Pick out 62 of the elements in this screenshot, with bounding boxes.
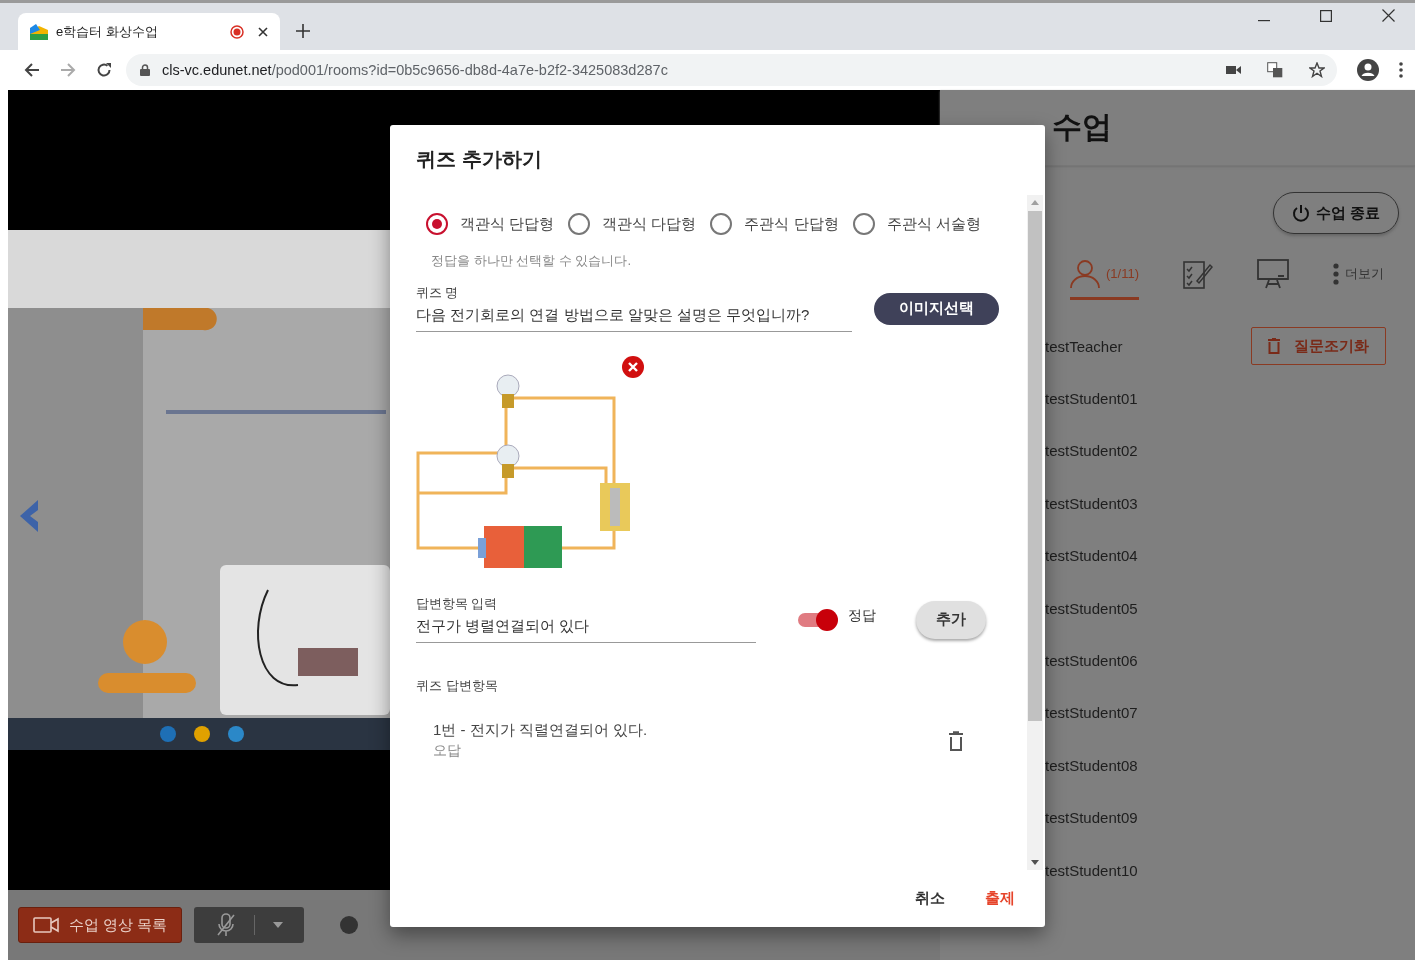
browser-tab[interactable]: e학습터 화상수업	[18, 13, 280, 50]
dialog-title: 퀴즈 추가하기	[415, 147, 543, 172]
hint-text: 정답을 하나만 선택할 수 있습니다.	[430, 252, 633, 270]
answer-text: 1번 - 전지가 직렬연결되어 있다.	[433, 721, 648, 740]
whiteboard-icon	[1257, 258, 1289, 289]
person-icon	[1070, 258, 1100, 289]
camera-icon[interactable]	[1226, 65, 1241, 75]
checklist-icon	[1183, 258, 1213, 289]
video-camera-icon	[33, 917, 59, 933]
scroll-down-icon[interactable]	[1031, 860, 1039, 865]
answer-status: 오답	[433, 742, 461, 760]
participant-name: testStudent10	[1045, 861, 1139, 879]
scrollbar[interactable]	[1027, 195, 1043, 870]
question-type-radio[interactable]: 객관식 다답형	[568, 213, 697, 235]
more-icon	[1333, 262, 1339, 285]
minimize-icon[interactable]	[1258, 20, 1270, 22]
power-icon	[1291, 204, 1310, 222]
url-text: cls-vc.edunet.net/pod001/rooms?id=0b5c9656-db8d-4a7e-b2f2-3425083d287c	[162, 62, 668, 78]
cancel-button[interactable]: 취소	[905, 883, 955, 914]
participant-name: testStudent07	[1045, 704, 1139, 722]
microphone-muted-icon	[215, 913, 236, 937]
account-icon[interactable]	[1357, 59, 1379, 81]
app-logo-icon	[30, 23, 48, 40]
new-tab-icon[interactable]	[296, 24, 310, 38]
microphone-button[interactable]	[194, 907, 305, 943]
participant-name: testStudent01	[1045, 390, 1139, 408]
address-field[interactable]: cls-vc.edunet.net/pod001/rooms?id=0b5c9656-db8d-4a7e-b2f2-3425083d287c	[126, 54, 1337, 86]
record-icon[interactable]	[340, 916, 359, 934]
participant-name: testStudent02	[1045, 442, 1139, 460]
participant-name: testStudent08	[1045, 756, 1139, 774]
question-type-radio[interactable]: 주관식 단답형	[710, 213, 839, 235]
quiz-name-field[interactable]: 퀴즈 명 다음 전기회로의 연결 방법으로 알맞은 설명은 무엇입니까?	[416, 285, 852, 332]
section-label: 퀴즈 답변항목	[416, 677, 499, 695]
participant-name: testStudent05	[1045, 599, 1139, 617]
caret-icon	[272, 922, 283, 928]
participant-name: testTeacher	[1045, 337, 1124, 355]
participant-name: testStudent03	[1045, 494, 1139, 512]
add-button[interactable]: 추가	[916, 600, 986, 639]
class-title: 수업	[1052, 109, 1112, 145]
lock-icon	[140, 64, 150, 76]
select-image-button[interactable]: 이미지선택	[874, 292, 999, 325]
menu-icon[interactable]	[1399, 62, 1403, 78]
close-icon[interactable]	[1382, 9, 1395, 22]
submit-button[interactable]: 출제	[975, 883, 1025, 914]
translate-icon[interactable]	[1267, 62, 1283, 78]
question-type-radio[interactable]: 주관식 서술형	[852, 213, 981, 235]
maximize-icon[interactable]	[1320, 10, 1332, 22]
question-type-radio[interactable]: 객관식 단답형	[426, 213, 555, 235]
remove-image-icon[interactable]	[621, 355, 645, 379]
participant-name: testStudent09	[1045, 809, 1139, 827]
back-icon[interactable]	[24, 62, 40, 78]
reload-icon[interactable]	[96, 62, 112, 78]
participant-name: testStudent06	[1045, 652, 1139, 670]
answer-input-field[interactable]: 답변항목 입력 전구가 병렬연결되어 있다	[416, 596, 756, 643]
delete-icon[interactable]	[949, 730, 963, 751]
star-icon[interactable]	[1309, 62, 1325, 78]
participant-name: testStudent04	[1045, 547, 1139, 565]
trash-icon	[1268, 338, 1280, 355]
tab-title: e학습터 화상수업	[56, 22, 159, 41]
close-icon[interactable]	[258, 26, 268, 37]
video-list-button[interactable]: 수업 영상 목록	[18, 907, 183, 943]
toggle-label: 정답	[848, 606, 876, 625]
